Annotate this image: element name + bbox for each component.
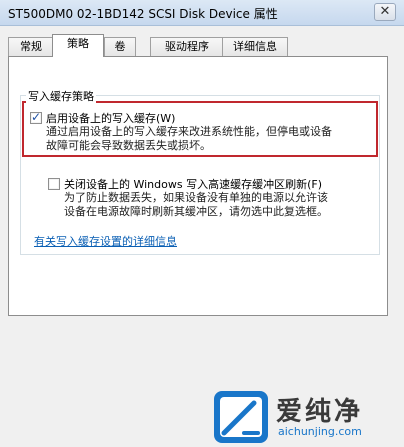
window-title: ST500DM0 02-1BD142 SCSI Disk Device 属性	[8, 7, 278, 21]
watermark: 爱纯净 aichunjing.com	[204, 387, 404, 447]
write-cache-details-link[interactable]: 有关写入缓存设置的详细信息	[34, 233, 177, 249]
tab-label: 常规	[20, 40, 42, 53]
tab-label: 详细信息	[233, 40, 277, 53]
tab-label: 卷	[114, 40, 126, 53]
tab-details[interactable]: 详细信息	[222, 37, 288, 56]
disable-flush-option[interactable]: 关闭设备上的 Windows 写入高速缓存缓冲区刷新(F)	[48, 176, 322, 192]
tab-policies[interactable]: 策略	[52, 34, 104, 57]
brand-url: aichunjing.com	[278, 425, 362, 438]
disable-flush-checkbox[interactable]	[48, 178, 60, 190]
tab-strip: 常规 策略 卷 驱动程序 详细信息	[8, 34, 388, 57]
brand-logo-icon	[214, 391, 268, 443]
enable-write-cache-option[interactable]: ✓ 启用设备上的写入缓存(W)	[30, 110, 175, 126]
close-button[interactable]: ✕	[374, 3, 396, 21]
tab-label: 驱动程序	[165, 40, 209, 53]
enable-write-cache-description: 通过启用设备上的写入缓存来改进系统性能，但停电或设备 故障可能会导致数据丢失或损…	[46, 125, 332, 153]
desc-line: 设备在电源故障时刷新其缓冲区，请勿选中此复选框。	[64, 205, 328, 218]
tab-label: 策略	[67, 37, 89, 50]
group-title: 写入缓存策略	[26, 88, 96, 104]
brand-name: 爱纯净	[276, 397, 364, 427]
tab-general[interactable]: 常规	[8, 37, 54, 56]
disable-flush-label: 关闭设备上的 Windows 写入高速缓存缓冲区刷新(F)	[64, 178, 323, 191]
check-icon: ✓	[31, 110, 42, 124]
desc-line: 通过启用设备上的写入缓存来改进系统性能，但停电或设备	[46, 125, 332, 138]
close-icon: ✕	[379, 4, 391, 19]
enable-write-cache-label: 启用设备上的写入缓存(W)	[46, 112, 176, 125]
properties-dialog: 常规 策略 卷 驱动程序 详细信息 写入缓存策略 ✓ 启用设备上的写入缓存(W)…	[0, 26, 404, 447]
disable-flush-description: 为了防止数据丢失，如果设备没有单独的电源以允许该 设备在电源故障时刷新其缓冲区，…	[64, 191, 328, 219]
desc-line: 故障可能会导致数据丢失或损坏。	[46, 139, 211, 152]
desc-line: 为了防止数据丢失，如果设备没有单独的电源以允许该	[64, 191, 328, 204]
title-bar: ST500DM0 02-1BD142 SCSI Disk Device 属性 ✕	[0, 0, 404, 26]
tab-volumes[interactable]: 卷	[104, 37, 136, 56]
tab-driver[interactable]: 驱动程序	[150, 37, 224, 56]
enable-write-cache-checkbox[interactable]: ✓	[30, 110, 42, 124]
